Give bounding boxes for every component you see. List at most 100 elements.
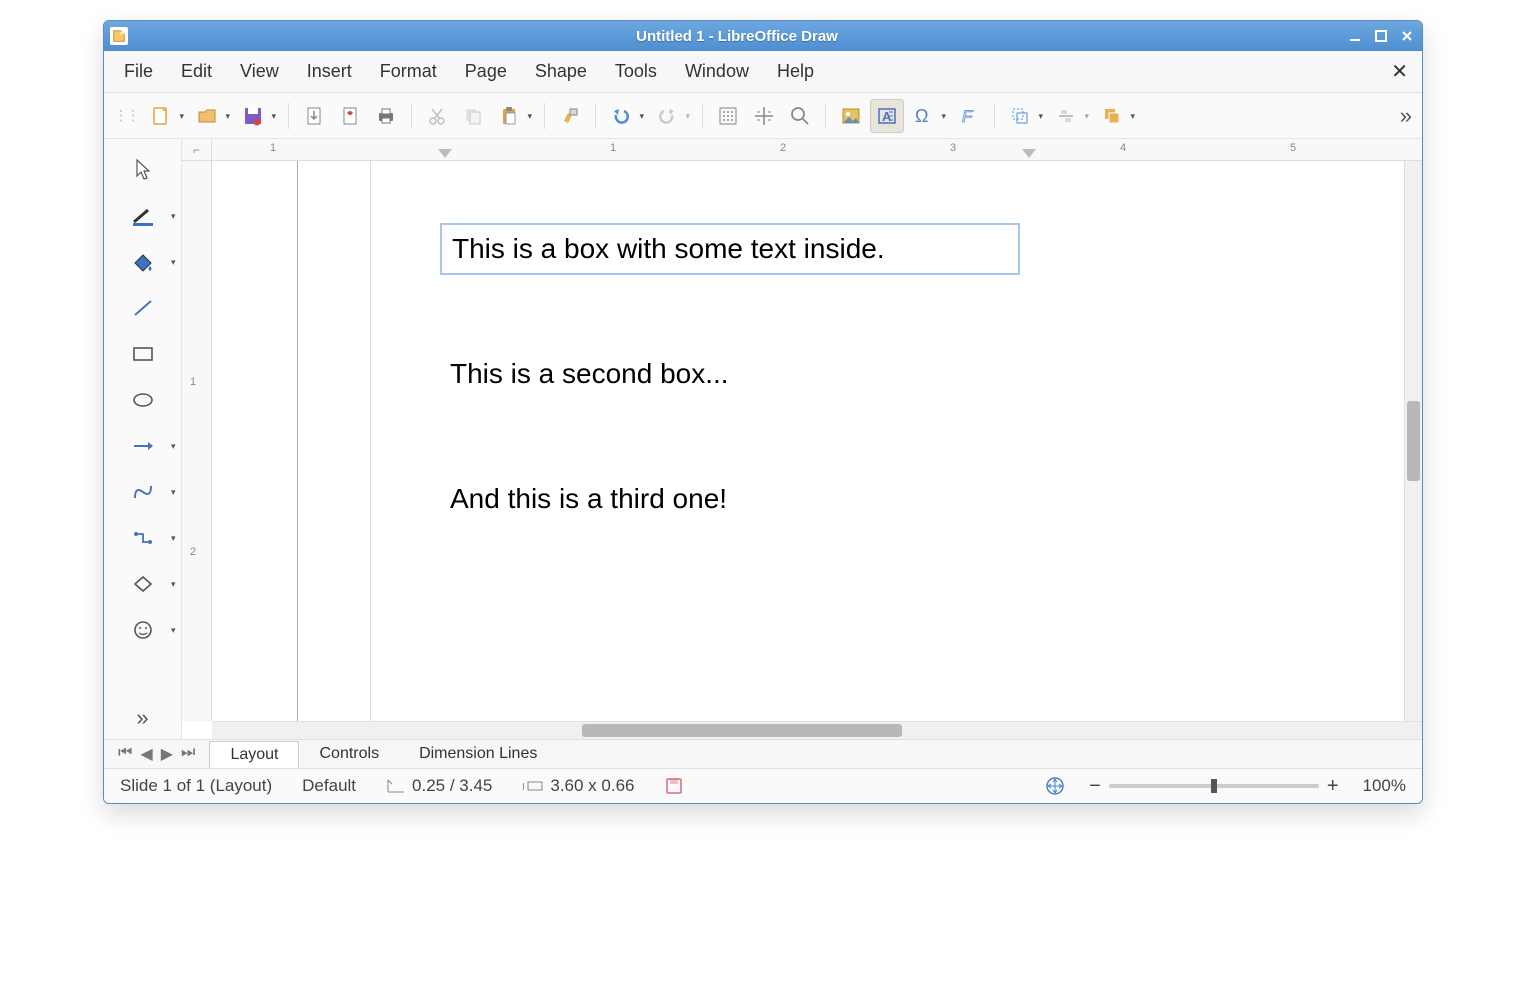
insert-textbox-button[interactable]: A (870, 99, 904, 133)
menu-window[interactable]: Window (671, 55, 763, 88)
horizontal-scrollbar[interactable] (212, 721, 1422, 739)
menu-edit[interactable]: Edit (167, 55, 226, 88)
rectangle-tool[interactable] (122, 335, 164, 373)
vertical-scrollbar-thumb[interactable] (1407, 401, 1420, 481)
text-box-3[interactable]: And this is a third one! (450, 481, 727, 517)
open-button[interactable] (190, 99, 224, 133)
print-button[interactable] (369, 99, 403, 133)
canvas-area: ⌐ 1 1 2 3 4 5 1 2 Thi (182, 139, 1422, 739)
curve-tool[interactable] (122, 473, 164, 511)
status-style[interactable]: Default (296, 776, 362, 796)
menu-insert[interactable]: Insert (293, 55, 366, 88)
align-button[interactable] (1049, 99, 1083, 133)
grid-button[interactable] (711, 99, 745, 133)
insert-image-button[interactable] (834, 99, 868, 133)
fontwork-button[interactable]: F (952, 99, 986, 133)
horizontal-scrollbar-thumb[interactable] (582, 724, 902, 737)
menu-page[interactable]: Page (451, 55, 521, 88)
fit-page-icon (1045, 776, 1065, 796)
line-color-tool[interactable] (122, 197, 164, 235)
drawing-toolbar: » (104, 139, 182, 739)
line-tool[interactable] (122, 289, 164, 327)
zoom-percent[interactable]: 100% (1357, 776, 1412, 796)
page-edge (297, 161, 298, 721)
cut-button[interactable] (420, 99, 454, 133)
arrange-button[interactable] (1095, 99, 1129, 133)
basic-shapes-tool[interactable] (122, 565, 164, 603)
menu-tools[interactable]: Tools (601, 55, 671, 88)
horizontal-ruler[interactable]: 1 1 2 3 4 5 (212, 139, 1422, 161)
next-slide-button[interactable]: ▶ (161, 744, 173, 764)
menu-format[interactable]: Format (366, 55, 451, 88)
copy-button[interactable] (456, 99, 490, 133)
tab-layout[interactable]: Layout (209, 741, 299, 768)
first-slide-button[interactable]: ⏮ (118, 744, 132, 764)
margin-guide (370, 161, 371, 721)
zoom-button[interactable] (783, 99, 817, 133)
save-indicator-icon (665, 777, 683, 795)
zoom-slider-track[interactable] (1109, 784, 1319, 788)
clone-formatting-button[interactable] (553, 99, 587, 133)
close-button[interactable] (1398, 27, 1416, 45)
size-icon: I (522, 779, 544, 793)
ruler-corner: ⌐ (182, 139, 212, 161)
text-box-2-content: This is a second box... (450, 358, 729, 389)
menu-help[interactable]: Help (763, 55, 828, 88)
last-slide-button[interactable]: ⏭ (181, 744, 195, 764)
maximize-button[interactable] (1372, 27, 1390, 45)
menu-shape[interactable]: Shape (521, 55, 601, 88)
special-character-button[interactable]: Ω (906, 99, 940, 133)
save-button[interactable] (236, 99, 270, 133)
new-button[interactable] (144, 99, 178, 133)
workspace: » ⌐ 1 1 2 3 4 5 1 2 (104, 139, 1422, 739)
svg-text:F: F (962, 107, 974, 126)
title-bar: Untitled 1 - LibreOffice Draw (104, 21, 1422, 51)
vertical-ruler[interactable]: 1 2 (182, 161, 212, 721)
status-size: I 3.60 x 0.66 (516, 776, 640, 796)
slide-nav: ⏮ ◀ ▶ ⏭ (104, 744, 209, 764)
export-button[interactable] (297, 99, 331, 133)
vertical-scrollbar[interactable] (1404, 161, 1422, 721)
menu-file[interactable]: File (110, 55, 167, 88)
undo-button[interactable] (604, 99, 638, 133)
paste-button[interactable] (492, 99, 526, 133)
prev-slide-button[interactable]: ◀ (140, 744, 152, 764)
arrow-tool[interactable] (122, 427, 164, 465)
text-box-2[interactable]: This is a second box... (450, 356, 729, 392)
tab-dimension-lines[interactable]: Dimension Lines (399, 741, 557, 767)
helplines-button[interactable] (747, 99, 781, 133)
position-icon (386, 778, 406, 794)
layer-tabs: ⏮ ◀ ▶ ⏭ Layout Controls Dimension Lines (104, 739, 1422, 769)
status-modified-icon (659, 777, 689, 795)
menu-view[interactable]: View (226, 55, 293, 88)
drawing-canvas[interactable]: This is a box with some text inside. Thi… (212, 161, 1404, 721)
transformations-button[interactable] (1003, 99, 1037, 133)
svg-text:I: I (522, 782, 525, 793)
status-bar: Slide 1 of 1 (Layout) Default 0.25 / 3.4… (104, 769, 1422, 803)
export-pdf-button[interactable] (333, 99, 367, 133)
toolbar-overflow-button[interactable]: » (1396, 103, 1416, 129)
connector-tool[interactable] (122, 519, 164, 557)
standard-toolbar: ⋮⋮ A Ω F » (104, 93, 1422, 139)
app-window: Untitled 1 - LibreOffice Draw File Edit … (103, 20, 1423, 804)
app-icon (110, 27, 128, 45)
redo-button[interactable] (650, 99, 684, 133)
drawing-toolbar-overflow[interactable]: » (136, 705, 148, 731)
select-tool[interactable] (122, 151, 164, 189)
toolbar-handle[interactable]: ⋮⋮ (114, 107, 138, 124)
fit-page-button[interactable] (1039, 776, 1071, 796)
svg-text:Ω: Ω (915, 106, 928, 126)
text-box-1[interactable]: This is a box with some text inside. (440, 223, 1020, 275)
minimize-button[interactable] (1346, 27, 1364, 45)
zoom-slider[interactable]: − + (1089, 775, 1338, 798)
zoom-out-button[interactable]: − (1089, 775, 1101, 798)
tab-controls[interactable]: Controls (299, 741, 399, 767)
close-document-button[interactable]: ✕ (1383, 59, 1416, 84)
text-box-3-content: And this is a third one! (450, 483, 727, 514)
ellipse-tool[interactable] (122, 381, 164, 419)
zoom-in-button[interactable]: + (1327, 775, 1339, 798)
symbol-shapes-tool[interactable] (122, 611, 164, 649)
fill-color-tool[interactable] (122, 243, 164, 281)
menu-bar: File Edit View Insert Format Page Shape … (104, 51, 1422, 93)
zoom-slider-thumb[interactable] (1211, 779, 1217, 793)
